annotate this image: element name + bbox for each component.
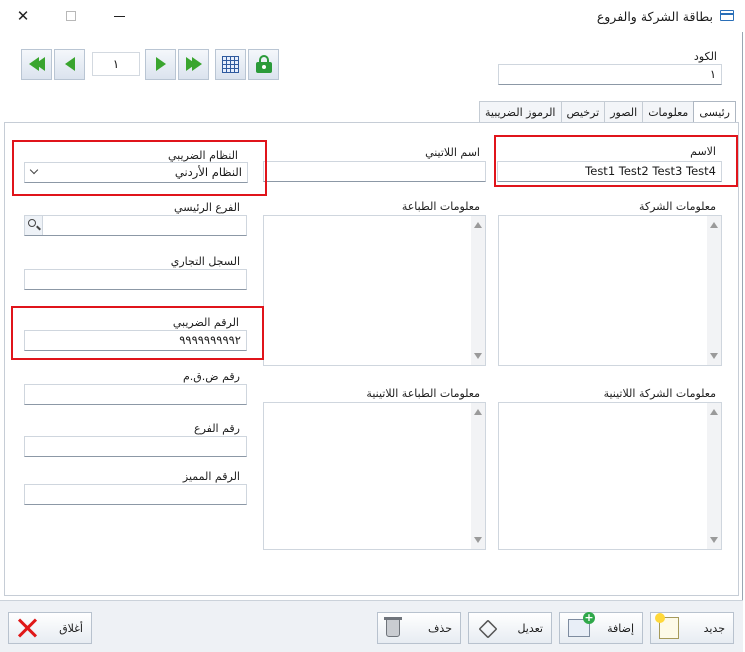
latin-print-info-textarea[interactable] xyxy=(263,402,486,550)
main-branch-label: الفرع الرئيسي xyxy=(174,201,240,214)
action-bar: جديد إضافة تعديل حذف أغلاق xyxy=(0,600,743,652)
add-icon xyxy=(568,612,595,637)
grid-icon xyxy=(222,55,239,73)
new-document-icon xyxy=(655,613,679,639)
record-navigation-toolbar: ١ xyxy=(21,47,281,81)
edit-icon xyxy=(477,619,495,637)
delete-button-label: حذف xyxy=(428,621,452,635)
arrow-left-icon xyxy=(64,57,75,71)
maximize-window-button[interactable] xyxy=(48,0,94,32)
tax-system-label: النظام الضريبي xyxy=(168,149,238,162)
distinguished-number-field[interactable] xyxy=(24,484,247,505)
chevron-down-icon xyxy=(29,165,39,175)
first-record-button[interactable] xyxy=(21,48,52,80)
tax-system-select[interactable]: النظام الأردني xyxy=(24,162,248,183)
edit-button-label: تعديل xyxy=(517,621,543,635)
latin-print-info-label: معلومات الطباعة اللاتينية xyxy=(366,387,480,400)
code-field[interactable]: ١ xyxy=(498,64,722,85)
double-arrow-left-icon xyxy=(28,57,45,71)
tab-main[interactable]: رئيسى xyxy=(693,101,736,124)
close-icon: ✕ xyxy=(16,7,30,25)
distinguished-number-label: الرقم المميز xyxy=(182,470,240,483)
print-info-textarea[interactable] xyxy=(263,215,486,366)
new-button-label: جديد xyxy=(703,621,725,635)
tax-system-value: النظام الأردني xyxy=(174,165,242,179)
previous-record-button[interactable] xyxy=(54,48,85,80)
search-icon xyxy=(28,219,36,227)
commercial-register-field[interactable] xyxy=(24,269,247,290)
tax-number-label: الرقم الضريبي xyxy=(172,316,239,329)
add-button[interactable]: إضافة xyxy=(559,612,643,644)
tab-images[interactable]: الصور xyxy=(604,101,644,123)
tab-license[interactable]: ترخيص xyxy=(560,101,606,123)
branch-number-field[interactable] xyxy=(24,436,247,457)
delete-button[interactable]: حذف xyxy=(377,612,461,644)
company-branches-window: ✕ بطاقة الشركة والفروع ١ الكود ١ رئيسى م… xyxy=(0,0,743,652)
print-info-scrollbar[interactable] xyxy=(471,216,485,365)
latin-company-info-label: معلومات الشركة اللاتينية xyxy=(603,387,716,400)
window-title: بطاقة الشركة والفروع xyxy=(596,9,713,24)
name-field[interactable]: Test1 Test2 Test3 Test4 xyxy=(497,161,722,182)
latin-company-info-scrollbar[interactable] xyxy=(707,403,721,549)
double-arrow-right-icon xyxy=(185,57,202,71)
record-number-field[interactable]: ١ xyxy=(92,52,140,76)
company-info-label: معلومات الشركة xyxy=(638,200,716,213)
latin-name-field[interactable] xyxy=(263,161,486,182)
add-button-label: إضافة xyxy=(607,621,634,635)
tab-strip: رئيسى معلومات الصور ترخيص الرموز الضريبي… xyxy=(479,101,736,124)
new-button[interactable]: جديد xyxy=(650,612,734,644)
commercial-register-label: السجل التجاري xyxy=(170,255,240,268)
maximize-icon xyxy=(66,11,76,21)
tab-info[interactable]: معلومات xyxy=(642,101,695,123)
company-info-scrollbar[interactable] xyxy=(707,216,721,365)
trash-icon xyxy=(384,617,402,637)
next-record-button[interactable] xyxy=(145,48,176,80)
close-button[interactable]: أغلاق xyxy=(8,612,92,644)
minimize-icon xyxy=(113,15,125,17)
grid-view-button[interactable] xyxy=(215,48,246,80)
close-icon xyxy=(17,618,37,638)
branch-number-label: رقم الفرع xyxy=(194,422,240,435)
main-branch-field[interactable] xyxy=(24,215,247,236)
latin-company-info-textarea[interactable] xyxy=(498,402,722,550)
minimize-window-button[interactable] xyxy=(96,0,142,32)
tab-tax-codes[interactable]: الرموز الضريبية xyxy=(479,101,562,123)
close-window-button[interactable]: ✕ xyxy=(0,0,46,32)
tax-number-field[interactable]: ٩٩٩٩٩٩٩٩٩٢ xyxy=(24,330,247,351)
close-button-label: أغلاق xyxy=(59,621,83,635)
company-info-textarea[interactable] xyxy=(498,215,722,366)
arrow-right-icon xyxy=(155,57,166,71)
lock-button[interactable] xyxy=(248,48,279,80)
latin-print-info-scrollbar[interactable] xyxy=(471,403,485,549)
print-info-label: معلومات الطباعة xyxy=(401,200,480,213)
card-icon xyxy=(720,10,734,21)
name-label: الاسم xyxy=(690,145,716,158)
lock-icon xyxy=(255,55,272,73)
last-record-button[interactable] xyxy=(178,48,209,80)
title-bar: ✕ بطاقة الشركة والفروع xyxy=(0,0,743,32)
edit-button[interactable]: تعديل xyxy=(468,612,552,644)
latin-name-label: اسم اللاتيني xyxy=(425,146,480,159)
sales-tax-number-label: رقم ض.ق.م xyxy=(182,370,240,383)
code-label: الكود xyxy=(693,50,717,63)
sales-tax-number-field[interactable] xyxy=(24,384,247,405)
main-branch-search-button[interactable] xyxy=(25,216,43,235)
